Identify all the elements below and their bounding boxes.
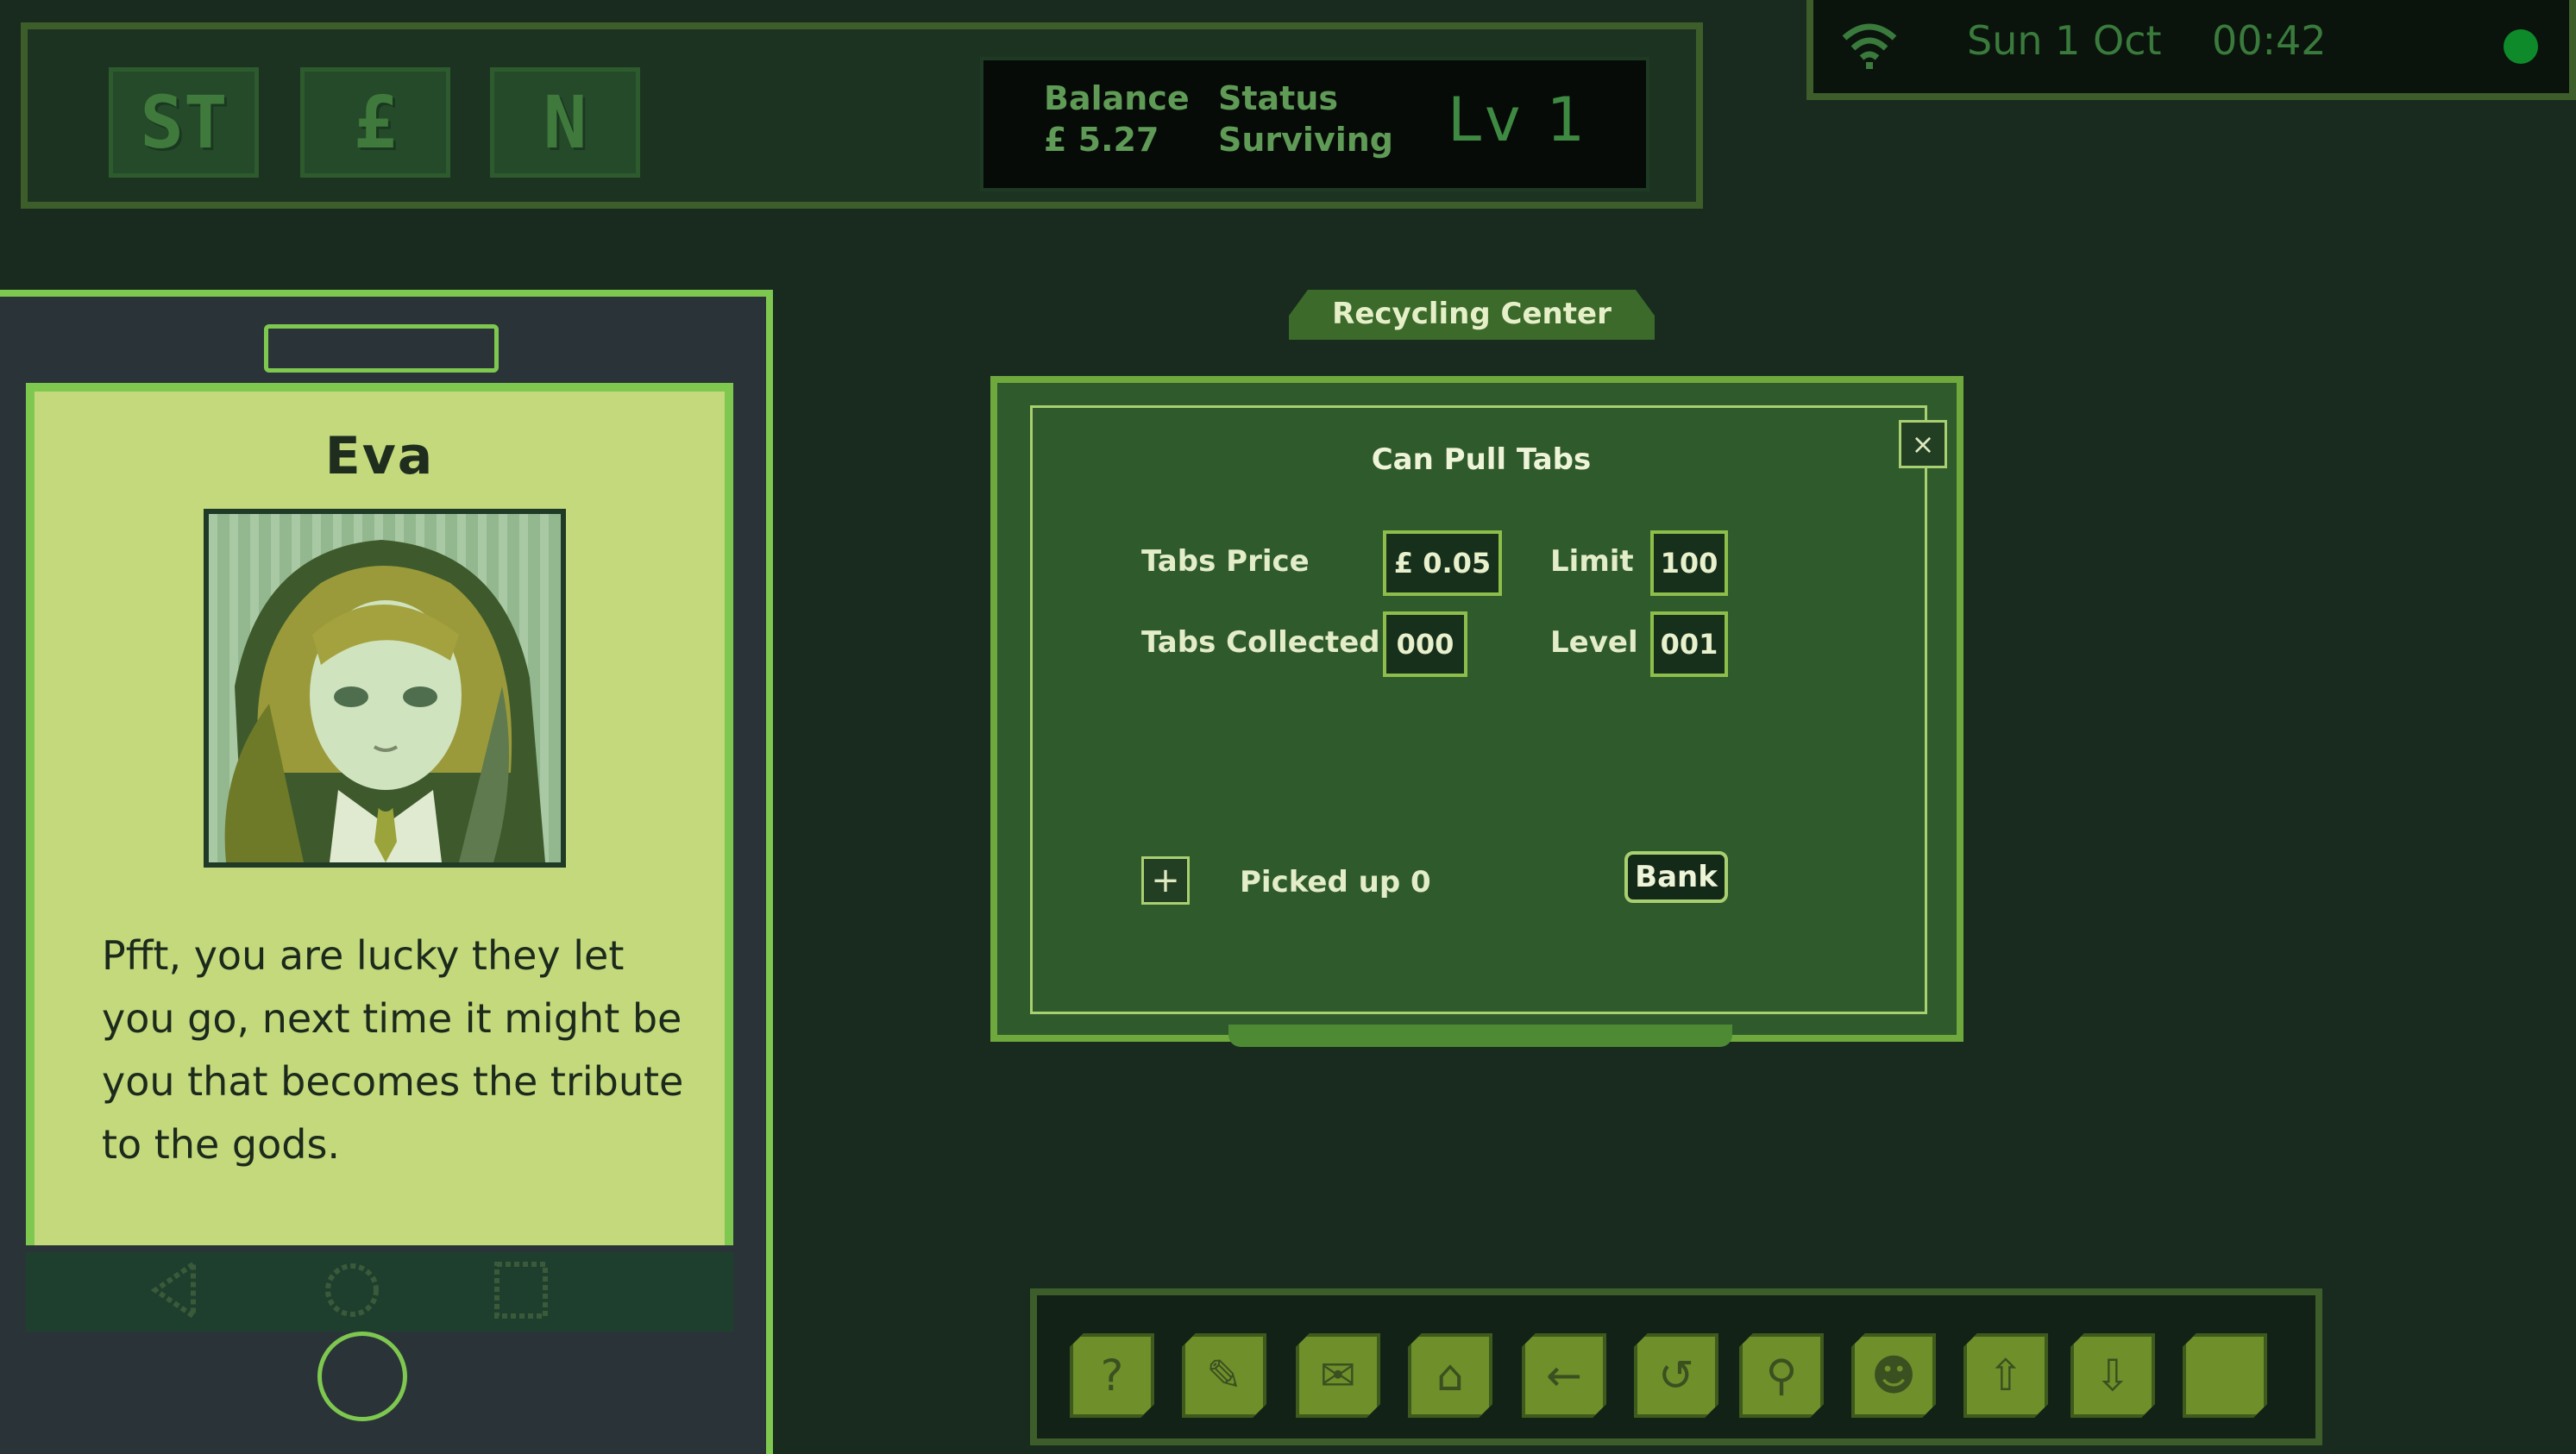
picked-up-text: Picked up 0 bbox=[1240, 865, 1431, 899]
panel-title: Can Pull Tabs bbox=[1371, 442, 1592, 477]
upload-icon[interactable]: ⇧ bbox=[1963, 1333, 2048, 1418]
top-bar: ST £ N Balance £ 5.27 Status Surviving L… bbox=[21, 22, 1703, 209]
limit-value: 100 bbox=[1650, 530, 1728, 596]
level-value: 001 bbox=[1650, 611, 1728, 677]
download-icon[interactable]: ⇩ bbox=[2070, 1333, 2155, 1418]
search-icon[interactable]: ⚲ bbox=[1739, 1333, 1824, 1418]
date-text: Sun 1 Oct bbox=[1967, 17, 2162, 64]
tabs-collected-value: 000 bbox=[1383, 611, 1467, 677]
phone-nav-bar bbox=[26, 1252, 733, 1332]
online-indicator bbox=[2504, 29, 2538, 64]
balance-value: £ 5.27 bbox=[1044, 121, 1159, 159]
stats-nav-button[interactable]: ST bbox=[109, 67, 259, 178]
house-icon[interactable]: ⌂ bbox=[1408, 1333, 1492, 1418]
balance-label: Balance bbox=[1044, 79, 1190, 117]
blank-icon[interactable] bbox=[2183, 1333, 2267, 1418]
back-arrow-icon[interactable]: ← bbox=[1522, 1333, 1606, 1418]
stats-panel: Balance £ 5.27 Status Surviving Lv 1 bbox=[980, 57, 1649, 191]
recycling-panel-inner: Can Pull Tabs × Tabs Price £ 0.05 Limit … bbox=[1030, 405, 1947, 1014]
bottom-toolbar: ? ✎ ✉ ⌂ ← ↺ ⚲ ☻ ⇧ ⇩ bbox=[1030, 1288, 2322, 1445]
contact-name: Eva bbox=[324, 426, 435, 486]
recent-square-icon[interactable] bbox=[490, 1259, 552, 1321]
phone-screen: Eva Pfft, you are lucky they let you go,… bbox=[26, 383, 733, 1245]
phone: Eva Pfft, you are lucky they let you go,… bbox=[0, 290, 773, 1454]
finance-nav-button[interactable]: £ bbox=[300, 67, 450, 178]
bank-button[interactable]: Bank bbox=[1624, 851, 1728, 903]
phone-speaker bbox=[264, 324, 499, 373]
note-icon[interactable]: ✎ bbox=[1182, 1333, 1266, 1418]
clock-text: 00:42 bbox=[2212, 17, 2327, 64]
location-title: Recycling Center bbox=[1289, 290, 1655, 340]
tabs-price-label: Tabs Price bbox=[1141, 544, 1310, 579]
tabs-collected-label: Tabs Collected bbox=[1141, 625, 1380, 660]
level-label: Level bbox=[1550, 625, 1638, 660]
wifi-icon bbox=[1839, 19, 1900, 71]
status-value: Surviving bbox=[1218, 121, 1394, 159]
player-level: Lv 1 bbox=[1448, 85, 1589, 155]
tabs-price-value: £ 0.05 bbox=[1383, 530, 1502, 596]
recycling-panel: Can Pull Tabs × Tabs Price £ 0.05 Limit … bbox=[990, 376, 1963, 1042]
close-button[interactable]: × bbox=[1899, 420, 1947, 468]
back-triangle-icon[interactable] bbox=[143, 1259, 205, 1321]
pick-up-plus-button[interactable]: + bbox=[1141, 856, 1190, 905]
panel-footer-trim bbox=[1228, 1025, 1732, 1047]
help-icon[interactable]: ? bbox=[1070, 1333, 1154, 1418]
dialog-message: Pfft, you are lucky they let you go, nex… bbox=[102, 932, 684, 1168]
phone-home-button[interactable] bbox=[317, 1332, 407, 1421]
contact-portrait bbox=[204, 509, 566, 868]
status-bar: Sun 1 Oct 00:42 bbox=[1806, 0, 2576, 100]
status-label: Status bbox=[1218, 79, 1339, 117]
news-nav-button[interactable]: N bbox=[490, 67, 640, 178]
people-icon[interactable]: ☻ bbox=[1851, 1333, 1936, 1418]
limit-label: Limit bbox=[1550, 544, 1634, 579]
home-circle-icon[interactable] bbox=[321, 1259, 383, 1321]
mail-icon[interactable]: ✉ bbox=[1296, 1333, 1380, 1418]
refresh-icon[interactable]: ↺ bbox=[1634, 1333, 1718, 1418]
